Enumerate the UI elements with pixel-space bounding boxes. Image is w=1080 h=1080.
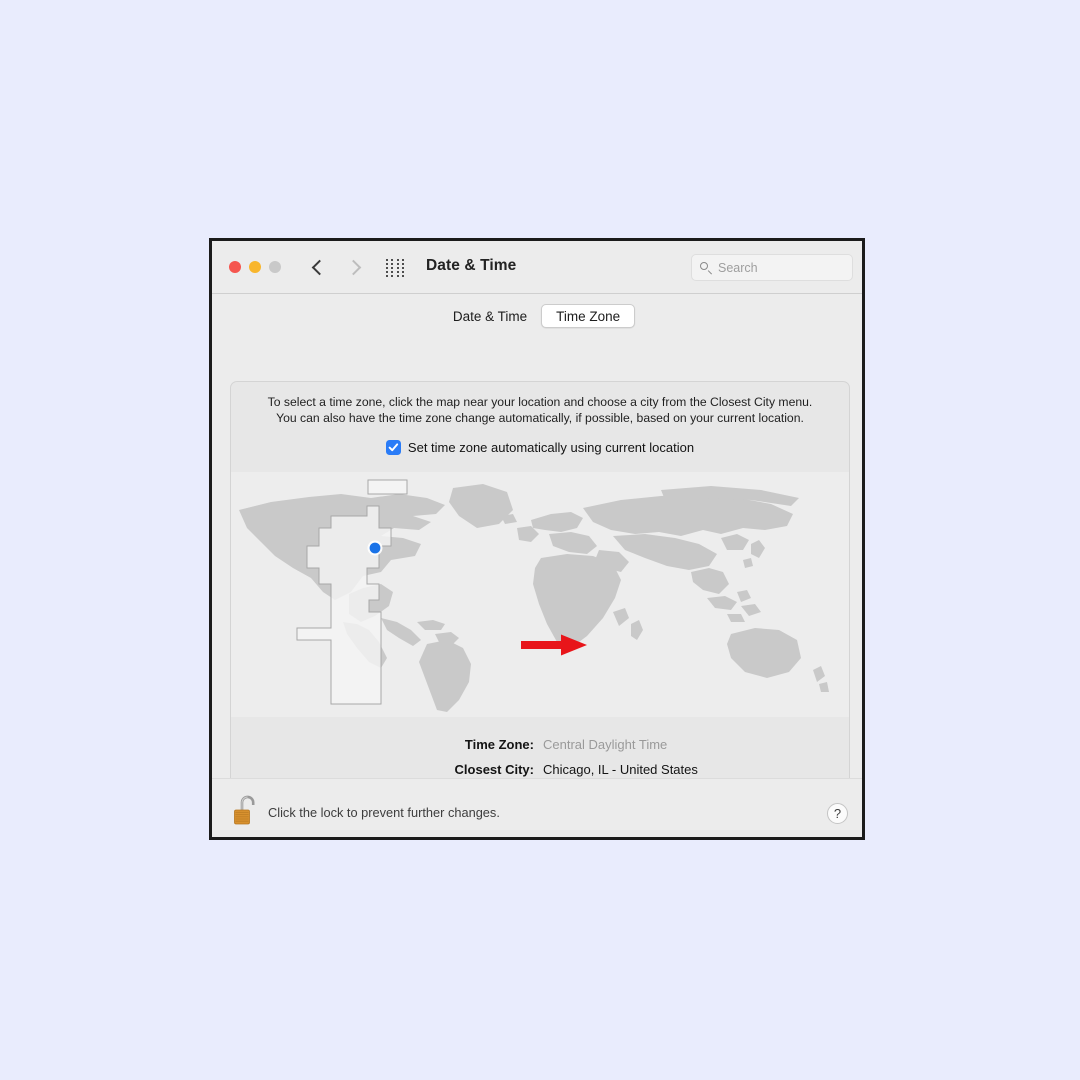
unlocked-padlock-icon[interactable] (230, 791, 264, 829)
checkmark-icon (388, 443, 399, 452)
window-body: Date & Time Time Zone To select a time z… (212, 294, 862, 837)
search-field[interactable]: Search (691, 254, 853, 281)
closest-city-label: Closest City: (454, 762, 534, 777)
time-zone-value: Central Daylight Time (543, 737, 668, 752)
description-line-2: You can also have the time zone change a… (276, 411, 804, 425)
timezone-info: Time Zone: Central Daylight Time Closest… (231, 732, 849, 782)
info-row-time-zone: Time Zone: Central Daylight Time (231, 732, 849, 757)
tab-date-and-time[interactable]: Date & Time (439, 304, 541, 328)
time-zone-panel: To select a time zone, click the map nea… (230, 381, 850, 828)
traffic-lights (229, 261, 281, 273)
annotation-arrow (521, 634, 587, 656)
help-button[interactable]: ? (827, 803, 848, 824)
close-button[interactable] (229, 261, 241, 273)
current-location-marker (367, 540, 383, 556)
chevron-right-icon (345, 259, 362, 275)
padlock-svg (234, 795, 255, 825)
auto-timezone-row[interactable]: Set time zone automatically using curren… (231, 440, 849, 455)
tab-bar: Date & Time Time Zone (212, 304, 862, 328)
time-zone-label: Time Zone: (464, 737, 534, 752)
search-placeholder: Search (718, 260, 758, 275)
panel-description: To select a time zone, click the map nea… (245, 394, 835, 426)
footer-text: Click the lock to prevent further change… (268, 805, 500, 820)
chevron-left-icon (311, 259, 328, 275)
world-map[interactable] (231, 472, 849, 717)
window-footer: Click the lock to prevent further change… (212, 778, 862, 837)
auto-tz-checkbox[interactable] (385, 440, 401, 455)
auto-tz-label: Set time zone automatically using curren… (407, 440, 695, 455)
back-button[interactable] (307, 254, 329, 280)
system-preferences-window: Date & Time Search Date & Time Time Zone… (209, 238, 865, 840)
forward-button (344, 254, 366, 280)
world-map-svg (231, 472, 849, 717)
description-line-1: To select a time zone, click the map nea… (267, 395, 813, 409)
minimize-button[interactable] (249, 261, 261, 273)
tab-time-zone[interactable]: Time Zone (541, 304, 636, 328)
window-toolbar: Date & Time Search (212, 241, 862, 294)
show-all-icon[interactable] (386, 259, 405, 277)
closest-city-value[interactable]: Chicago, IL - United States (543, 762, 698, 777)
search-icon (700, 261, 712, 274)
zoom-button (269, 261, 281, 273)
window-title: Date & Time (426, 257, 517, 274)
